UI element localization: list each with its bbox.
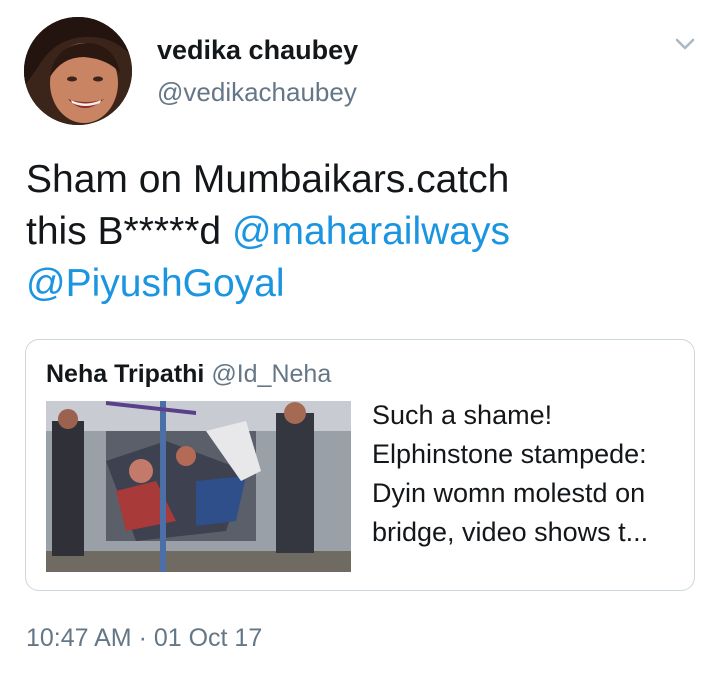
tweet-text-line2: this B*****d [26, 210, 232, 253]
mention-link-piyushgoyal[interactable]: @PiyushGoyal [26, 262, 285, 305]
quoted-author-name: Neha Tripathi [46, 360, 205, 388]
stampede-photo [46, 401, 351, 572]
tweet-text-line1: Sham on Mumbaikars.catch [26, 158, 510, 201]
mention-link-maharailways[interactable]: @maharailways [232, 210, 510, 253]
quoted-author-handle: @Id_Neha [211, 360, 332, 388]
tweet-text: Sham on Mumbaikars.catch this B*****d @m… [26, 154, 686, 310]
avatar[interactable] [24, 17, 132, 125]
tweet-timestamp[interactable]: 10:47 AM · 01 Oct 17 [26, 622, 262, 654]
display-name[interactable]: vedika chaubey [157, 33, 358, 67]
quoted-tweet-image[interactable] [46, 401, 351, 572]
quoted-tweet-text: Such a shame! Elphinstone stampede: Dyin… [372, 400, 649, 547]
quoted-tweet-card[interactable]: Neha Tripathi @Id_Neha Such a shame! Elp… [25, 339, 695, 591]
user-handle[interactable]: @vedikachaubey [157, 76, 357, 108]
quoted-tweet-header: Neha Tripathi @Id_Neha [46, 358, 331, 390]
avatar-photo [24, 17, 132, 125]
chevron-down-icon[interactable] [672, 34, 698, 54]
